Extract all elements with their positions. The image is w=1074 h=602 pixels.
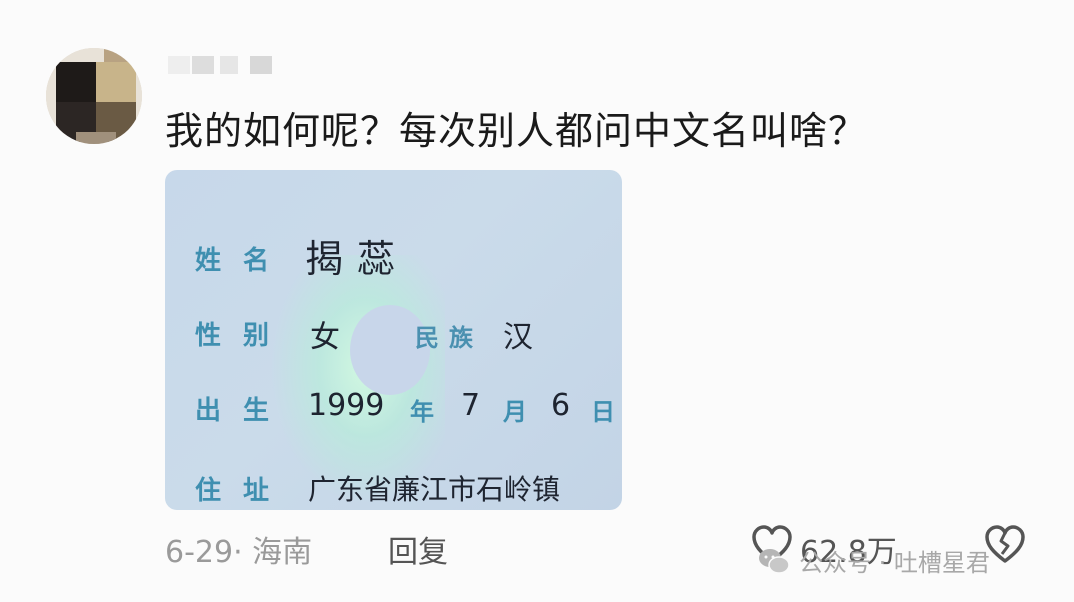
watermark: 公众号 · 吐槽星君	[757, 543, 990, 578]
birth-year-unit: 年	[410, 398, 434, 426]
address-label: 住址	[195, 476, 292, 506]
watermark-text: 公众号 · 吐槽星君	[799, 549, 990, 577]
birth-month: 7	[461, 388, 481, 423]
reply-button[interactable]: 回复	[388, 527, 448, 571]
ethnicity-label: 民族	[415, 324, 483, 352]
name-value: 揭蕊	[305, 237, 410, 281]
username-blurred[interactable]	[168, 56, 278, 76]
name-label: 姓名	[195, 246, 292, 276]
avatar[interactable]	[46, 48, 142, 144]
birth-day-unit: 日	[591, 398, 615, 426]
id-card-image[interactable]: 姓名 揭蕊 性别 女 民族 汉 出生 1999 年 7 月 6 日 住址 广东省…	[165, 170, 622, 510]
birth-label: 出生	[195, 396, 292, 426]
ethnicity-value: 汉	[503, 320, 533, 355]
comment-text: 我的如何呢？每次别人都问中文名叫啥？	[165, 109, 868, 153]
gender-value: 女	[310, 320, 340, 355]
address-value: 广东省廉江市石岭镇	[308, 473, 561, 506]
birth-month-unit: 月	[503, 398, 527, 426]
birth-year: 1999	[308, 388, 385, 423]
gender-label: 性别	[195, 321, 292, 351]
comment-meta: 6-29· 海南	[165, 535, 313, 570]
birth-day: 6	[551, 388, 571, 423]
wechat-icon	[759, 548, 790, 574]
